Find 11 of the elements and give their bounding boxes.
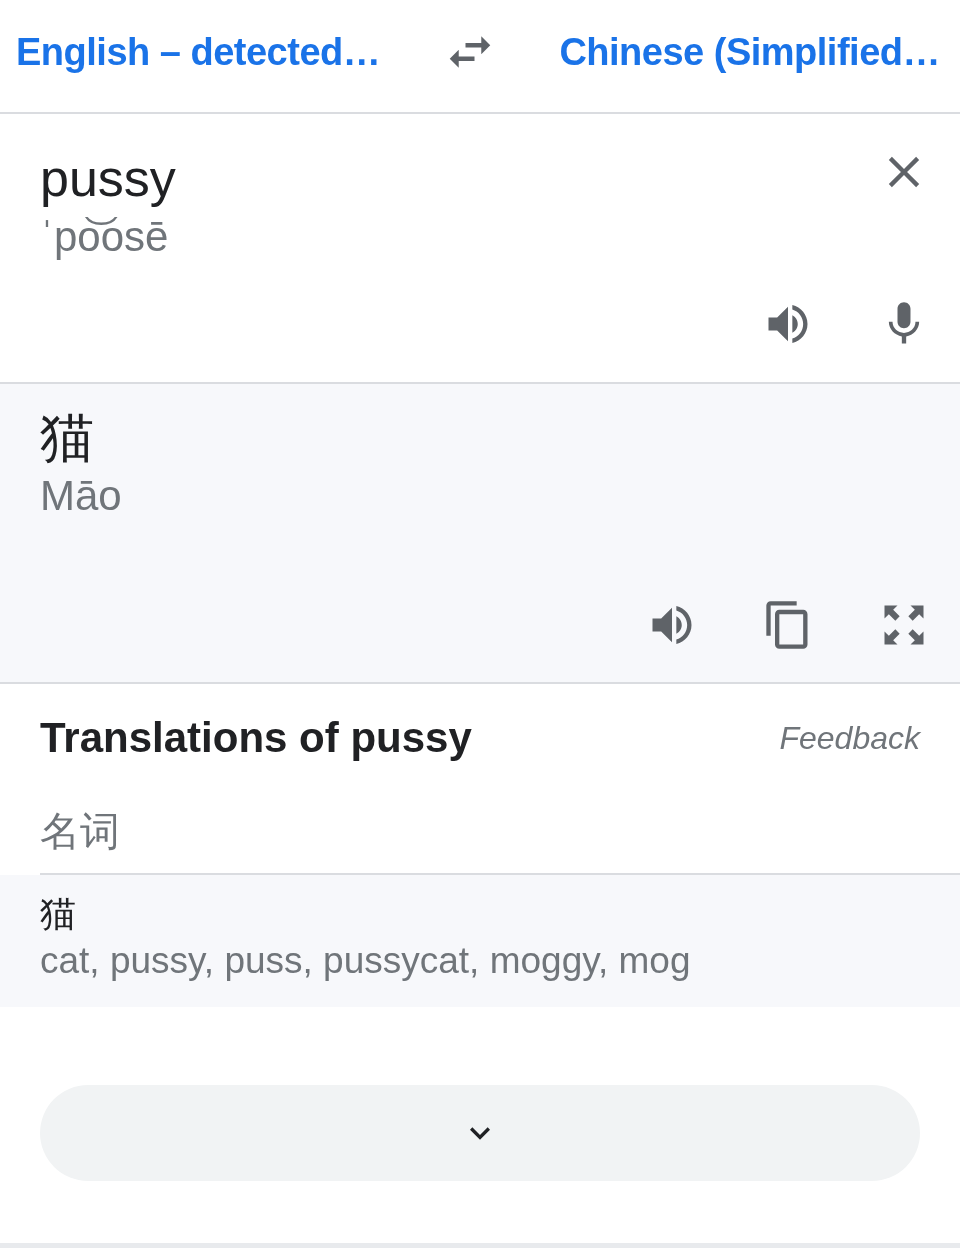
input-text[interactable]: pussy xyxy=(40,146,176,210)
pronunciation: ˈpo͝osē xyxy=(40,212,170,262)
section-title: Translations of pussy xyxy=(40,714,472,762)
romanization: Māo xyxy=(40,471,123,521)
source-language[interactable]: English – detected… xyxy=(16,30,381,74)
translation-entry[interactable]: 猫 cat, pussy, puss, pussycat, moggy, mog xyxy=(0,875,960,1007)
entry-synonyms: cat, pussy, puss, pussycat, moggy, mog xyxy=(40,939,692,983)
entry-word: 猫 xyxy=(40,892,77,936)
feedback-link[interactable]: Feedback xyxy=(779,719,920,757)
target-language[interactable]: Chinese (Simplified… xyxy=(559,30,940,74)
translated-text: 猫 xyxy=(40,406,95,469)
